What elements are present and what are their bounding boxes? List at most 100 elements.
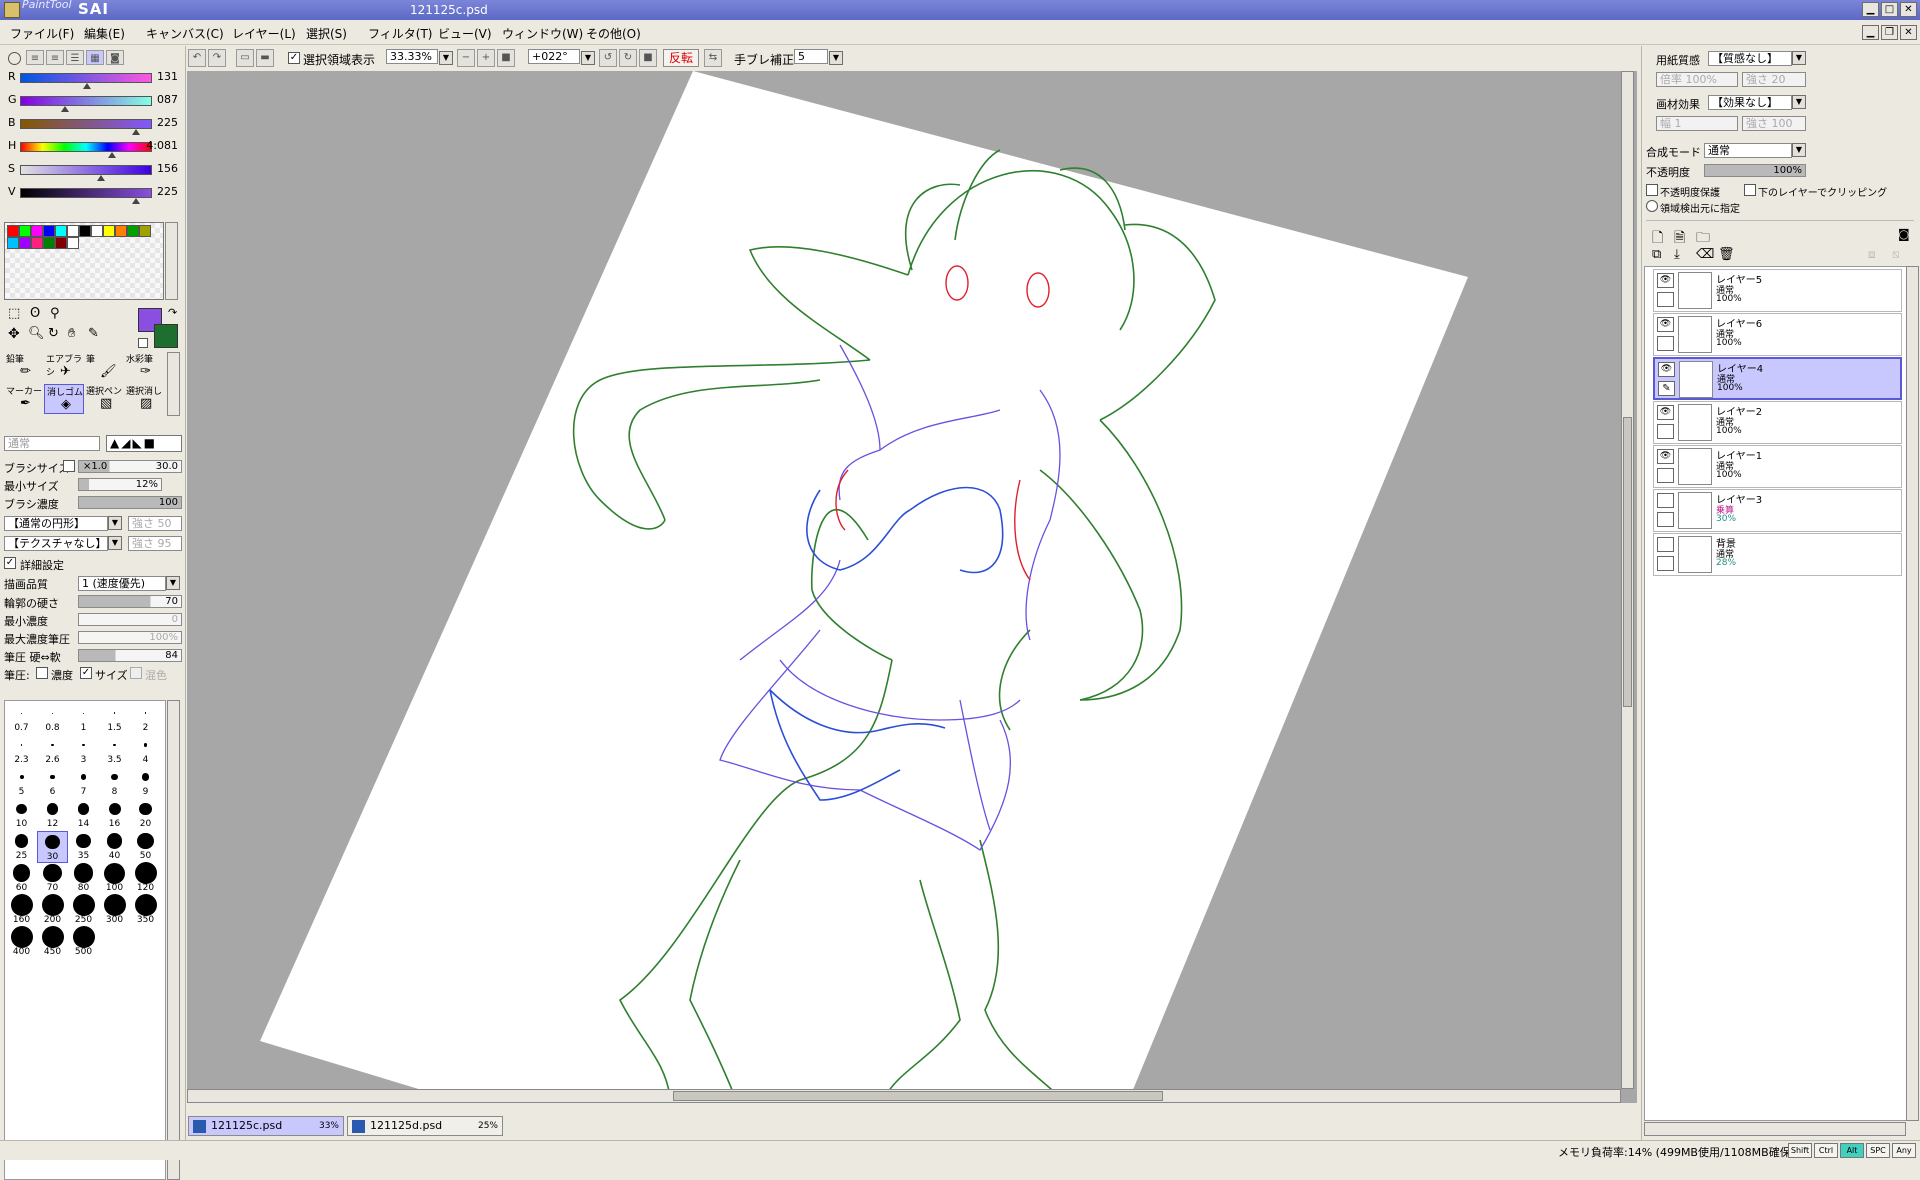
palette-swatch[interactable] xyxy=(43,225,55,237)
close-button[interactable]: ✕ xyxy=(1900,2,1917,17)
delete-layer-icon[interactable]: 🗑 xyxy=(1718,247,1735,262)
blend-mode-dropdown-icon[interactable]: ▼ xyxy=(1792,143,1806,157)
quality-dropdown-icon[interactable]: ▼ xyxy=(166,576,180,590)
palette-swatch[interactable] xyxy=(79,225,91,237)
pressure-size-checkbox[interactable]: ✓ xyxy=(80,667,92,679)
canvas-viewport[interactable] xyxy=(187,71,1637,1103)
brush-preset[interactable]: 9 xyxy=(130,767,161,799)
pressure-density-checkbox[interactable] xyxy=(36,667,48,679)
brush-preset[interactable]: 25 xyxy=(6,831,37,863)
lock-icon[interactable] xyxy=(1657,292,1674,307)
shape-dropdown-icon[interactable]: ▼ xyxy=(108,516,122,530)
zoom-reset-icon[interactable]: ■ xyxy=(497,49,515,67)
color-slider-v[interactable] xyxy=(20,188,152,198)
stabilizer-field[interactable]: 5 xyxy=(794,49,828,64)
rotate-left-icon[interactable]: ↺ xyxy=(599,49,617,67)
color-slider-r[interactable] xyxy=(20,73,152,83)
eyedropper-icon[interactable]: ✎ xyxy=(88,326,99,341)
flip-horizontal-icon[interactable]: ⇆ xyxy=(704,49,722,67)
blend-mode-select[interactable]: 通常 xyxy=(1704,143,1792,158)
lock-icon[interactable] xyxy=(1657,336,1674,351)
brush-preset[interactable]: 40 xyxy=(99,831,130,863)
brush-preset[interactable]: 70 xyxy=(37,863,68,895)
stabilizer-dropdown-icon[interactable]: ▼ xyxy=(829,51,843,65)
size-multiplier[interactable]: ×1.0 xyxy=(83,461,107,472)
palette-swatch[interactable] xyxy=(19,225,31,237)
canvas-horizontal-scrollbar[interactable] xyxy=(187,1089,1621,1103)
brush-preset[interactable]: 6 xyxy=(37,767,68,799)
tool-watercolor[interactable]: 水彩筆 ✑ xyxy=(124,352,164,382)
shape-field[interactable]: 【通常の円形】 xyxy=(4,516,108,531)
brush-preset[interactable]: 3.5 xyxy=(99,735,130,767)
brush-preset[interactable]: 50 xyxy=(130,831,161,863)
lock-icon[interactable] xyxy=(1657,424,1674,439)
texture-dropdown-icon[interactable]: ▼ xyxy=(108,536,122,550)
zoom-in-icon[interactable]: + xyxy=(477,49,495,67)
brush-presets-scrollbar[interactable] xyxy=(167,700,180,1180)
brush-preset[interactable]: 14 xyxy=(68,799,99,831)
eye-icon[interactable] xyxy=(1657,493,1674,508)
brush-size-slider[interactable]: ×1.0 30.0 xyxy=(78,460,182,473)
layer-item[interactable]: 背景 通常 28% xyxy=(1653,533,1902,576)
swatch-icon[interactable]: ▦ xyxy=(86,50,104,65)
clipping-checkbox[interactable] xyxy=(1744,184,1756,196)
menu-window[interactable]: ウィンドウ(W) xyxy=(502,25,583,42)
tools-scrollbar[interactable] xyxy=(167,352,180,416)
brush-preset[interactable]: 60 xyxy=(6,863,37,895)
undo-icon[interactable]: ↶ xyxy=(188,49,206,67)
menu-other[interactable]: その他(O) xyxy=(586,25,641,42)
detail-checkbox[interactable]: ✓ xyxy=(4,557,16,569)
min-size-slider[interactable]: 12% xyxy=(78,478,162,491)
layer-item[interactable]: 👁︎ ✎ レイヤー4 通常 100% xyxy=(1653,357,1902,400)
eye-icon[interactable]: 👁︎ xyxy=(1657,273,1674,288)
effect-field[interactable]: 【効果なし】 xyxy=(1708,95,1792,110)
palette-swatch[interactable] xyxy=(103,225,115,237)
minimize-button[interactable]: ▁ xyxy=(1862,2,1879,17)
brush-preset[interactable]: 10 xyxy=(6,799,37,831)
delete-mask-icon[interactable]: ⧅ xyxy=(1892,247,1900,262)
effect-strength[interactable]: 強さ 100 xyxy=(1742,116,1806,131)
tool-airbrush[interactable]: エアブラシ ✈ xyxy=(44,352,84,382)
palette-swatch[interactable] xyxy=(43,237,55,249)
background-color[interactable] xyxy=(154,324,178,348)
slider-thumb-icon[interactable] xyxy=(96,175,105,181)
brush-preset[interactable]: 80 xyxy=(68,863,99,895)
layer-item[interactable]: 👁︎ レイヤー1 通常 100% xyxy=(1653,445,1902,488)
palette-swatch[interactable] xyxy=(55,237,67,249)
brush-preset[interactable]: 2.6 xyxy=(37,735,68,767)
size-lock-checkbox[interactable] xyxy=(63,460,75,472)
layer-list-scrollbar[interactable] xyxy=(1906,266,1919,1121)
slider-thumb-icon[interactable] xyxy=(83,83,92,89)
brush-shape-selector[interactable]: ▲◢◣■ xyxy=(106,435,182,452)
brush-preset[interactable]: 1 xyxy=(68,703,99,735)
pressure-blend-checkbox[interactable] xyxy=(130,667,142,679)
max-pressure-slider[interactable]: 100% xyxy=(78,631,182,644)
flip-button[interactable]: 反転 xyxy=(663,49,699,67)
menu-canvas[interactable]: キャンバス(C) xyxy=(146,25,224,42)
pressure-slider[interactable]: 84 xyxy=(78,649,182,662)
palette-swatch[interactable] xyxy=(115,225,127,237)
texture-field[interactable]: 【テクスチャなし】 xyxy=(4,536,108,551)
mask-icon[interactable]: ◙ xyxy=(1898,227,1910,241)
tool-select-eraser[interactable]: 選択消し ▨ xyxy=(124,384,164,414)
tab-document-1[interactable]: 121125c.psd 33% xyxy=(188,1116,344,1136)
rotation-dropdown-icon[interactable]: ▼ xyxy=(581,51,595,65)
brush-preset[interactable]: 300 xyxy=(99,894,130,927)
slider-thumb-icon[interactable] xyxy=(132,198,141,204)
brush-preset[interactable]: 200 xyxy=(37,894,68,927)
palette-scrollbar[interactable] xyxy=(165,222,178,300)
rotate-right-icon[interactable]: ↻ xyxy=(619,49,637,67)
menu-layer[interactable]: レイヤー(L) xyxy=(232,25,296,42)
lock-icon[interactable] xyxy=(1657,468,1674,483)
slider-thumb-icon[interactable] xyxy=(60,106,69,112)
effect-width[interactable]: 幅 1 xyxy=(1656,116,1738,131)
eye-icon[interactable] xyxy=(1657,537,1674,552)
shape-strength[interactable]: 強さ 50 xyxy=(128,516,182,531)
palette-swatch[interactable] xyxy=(31,237,43,249)
hand-icon[interactable]: ✋︎ xyxy=(68,326,75,341)
palette-swatch[interactable] xyxy=(19,237,31,249)
slider-thumb-icon[interactable] xyxy=(108,152,117,158)
texture-strength[interactable]: 強さ 95 xyxy=(128,536,182,551)
blend-mode-field[interactable]: 通常 xyxy=(4,436,100,451)
lock-icon[interactable] xyxy=(1657,512,1674,527)
